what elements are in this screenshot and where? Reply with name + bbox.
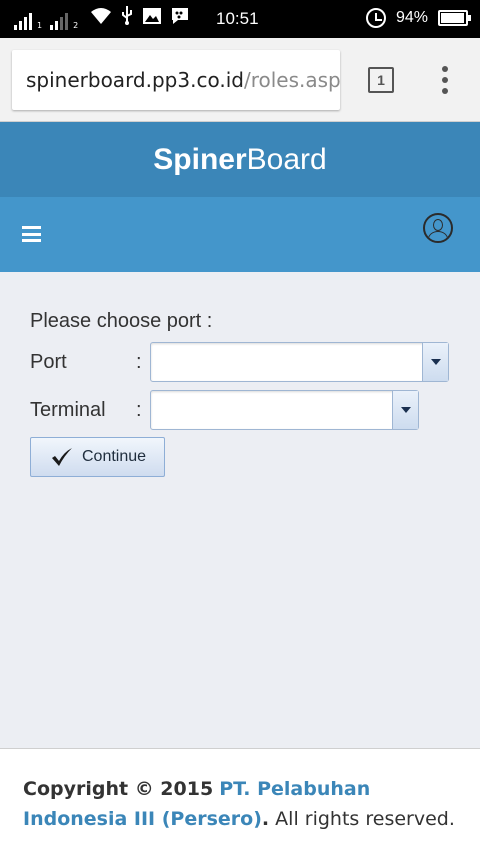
port-select[interactable]	[150, 342, 449, 382]
brand-rest: Board	[246, 143, 327, 176]
continue-label: Continue	[82, 448, 147, 465]
url-host: spinerboard.pp3.co.id	[26, 68, 244, 92]
wifi-icon	[90, 7, 112, 30]
dropdown-arrow-icon[interactable]	[392, 391, 418, 429]
battery-percent: 94%	[395, 9, 428, 26]
signal-icon	[50, 10, 69, 30]
bbm-icon	[170, 7, 190, 30]
battery-icon	[438, 10, 471, 26]
continue-button[interactable]: Continue	[30, 437, 165, 477]
status-icons-right: 94%	[365, 8, 471, 28]
sim2-label: 2	[73, 21, 79, 30]
brand-logo[interactable]: SpinerBoard	[153, 143, 326, 177]
terminal-select[interactable]	[150, 390, 419, 430]
dropdown-arrow-icon[interactable]	[422, 343, 448, 381]
signal-icon	[14, 10, 32, 30]
terminal-label: Terminal	[30, 399, 106, 421]
overflow-menu-icon[interactable]	[441, 66, 449, 94]
usb-icon	[120, 5, 134, 30]
checkmark-icon	[52, 448, 72, 466]
clock: 10:51	[216, 9, 259, 28]
hamburger-menu-icon[interactable]	[22, 226, 41, 242]
image-icon	[142, 7, 162, 30]
alarm-icon	[365, 8, 386, 28]
form-prompt: Please choose port :	[30, 310, 213, 332]
main-content: Please choose port : Port : Terminal : C…	[0, 272, 480, 748]
site-header: SpinerBoard	[0, 122, 480, 197]
user-icon[interactable]	[423, 213, 453, 243]
status-icons-left: 1 2	[14, 5, 190, 30]
brand-bold: Spiner	[153, 143, 247, 176]
rights-text: All rights reserved.	[269, 808, 455, 830]
port-colon: :	[136, 351, 142, 373]
footer: Copyright © 2015 PT. Pelabuhan Indonesia…	[0, 748, 480, 854]
sim1-label: 1	[37, 21, 43, 30]
port-label: Port	[30, 351, 67, 373]
terminal-colon: :	[136, 399, 142, 421]
copyright-text: Copyright © 2015	[23, 778, 214, 800]
status-bar: 1 2 10:51 94%	[0, 0, 480, 38]
tab-switcher-button[interactable]: 1	[368, 67, 394, 93]
browser-toolbar: spinerboard.pp3.co.id/roles.asp 1	[0, 38, 480, 122]
address-bar[interactable]: spinerboard.pp3.co.id/roles.asp	[12, 50, 340, 110]
url-path: /roles.asp	[243, 68, 340, 92]
nav-bar	[0, 197, 480, 272]
battery-fill	[441, 13, 464, 23]
